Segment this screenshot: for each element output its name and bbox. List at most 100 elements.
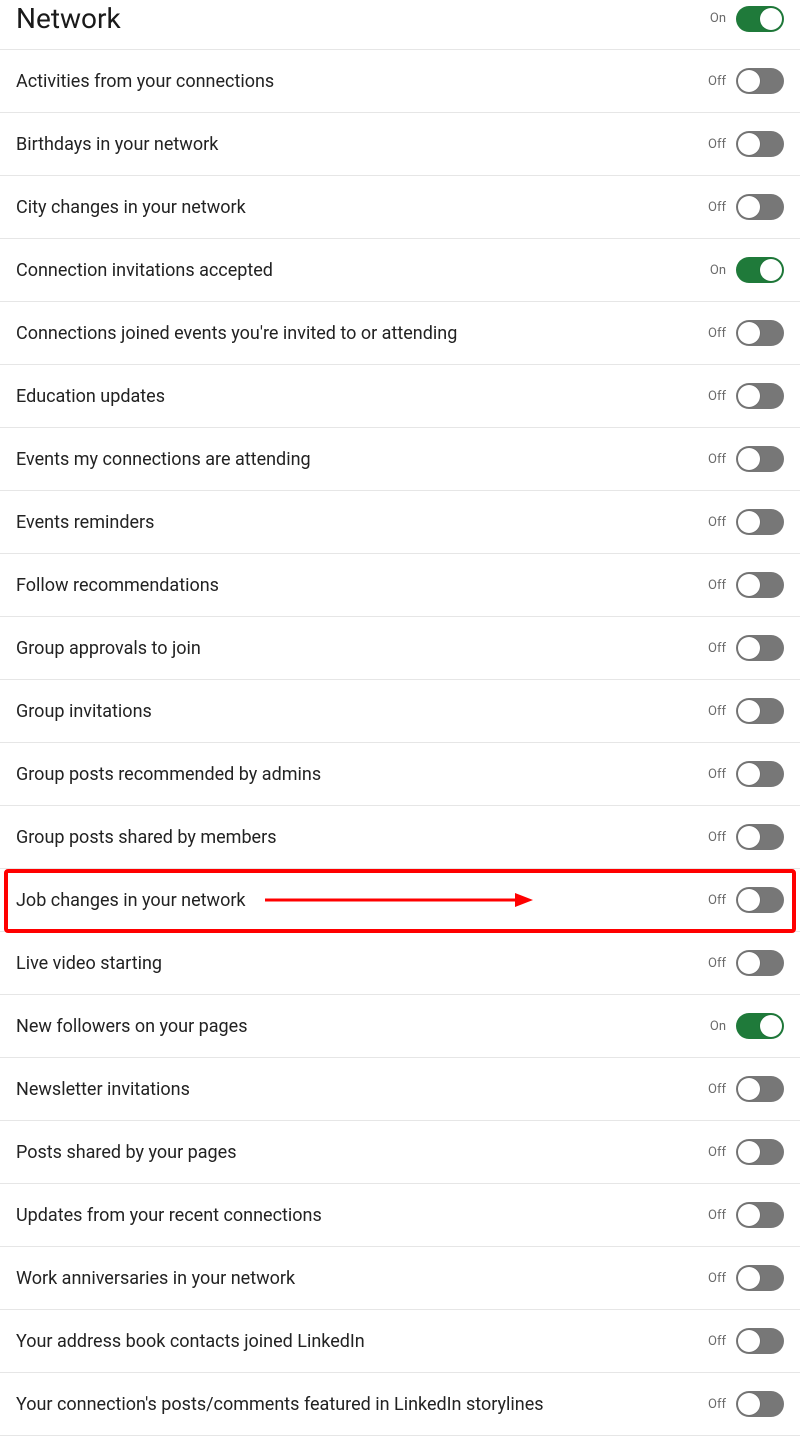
setting-toggle-newsletter[interactable] xyxy=(736,1076,784,1102)
setting-label: Work anniversaries in your network xyxy=(16,1268,295,1289)
setting-row-job-changes: Job changes in your networkOff xyxy=(0,869,800,932)
setting-toggle-control: Off xyxy=(708,383,784,409)
setting-row-education: Education updates Off xyxy=(0,365,800,428)
setting-toggle-state: Off xyxy=(708,893,726,908)
setting-toggle-state: Off xyxy=(708,767,726,782)
setting-toggle-events-attending[interactable] xyxy=(736,446,784,472)
setting-toggle-state: Off xyxy=(708,704,726,719)
setting-toggle-storylines[interactable] xyxy=(736,1391,784,1417)
setting-toggle-group-posts-members[interactable] xyxy=(736,824,784,850)
setting-toggle-state: Off xyxy=(708,1208,726,1223)
setting-row-new-followers: New followers on your pages On xyxy=(0,995,800,1058)
setting-toggle-work-anniv[interactable] xyxy=(736,1265,784,1291)
setting-row-group-invitations: Group invitations Off xyxy=(0,680,800,743)
setting-toggle-state: Off xyxy=(708,578,726,593)
setting-row-conn-joined-events: Connections joined events you're invited… xyxy=(0,302,800,365)
setting-toggle-group-posts-admins[interactable] xyxy=(736,761,784,787)
setting-toggle-control: Off xyxy=(708,1202,784,1228)
setting-toggle-address-book[interactable] xyxy=(736,1328,784,1354)
section-toggle-state: On xyxy=(710,11,726,26)
setting-label: Birthdays in your network xyxy=(16,134,218,155)
setting-toggle-live-video[interactable] xyxy=(736,950,784,976)
setting-toggle-recent-conn[interactable] xyxy=(736,1202,784,1228)
settings-network-section: Network On Activities from your connecti… xyxy=(0,0,800,1456)
setting-label: Group posts shared by members xyxy=(16,827,277,848)
setting-row-group-posts-admins: Group posts recommended by adminsOff xyxy=(0,743,800,806)
setting-row-city-changes: City changes in your network Off xyxy=(0,176,800,239)
setting-label: Group approvals to join xyxy=(16,638,201,659)
section-title: Network xyxy=(16,2,121,35)
annotation-arrow-icon xyxy=(265,890,535,910)
setting-toggle-activities[interactable] xyxy=(736,68,784,94)
setting-toggle-state: Off xyxy=(708,74,726,89)
setting-toggle-state: Off xyxy=(708,326,726,341)
setting-toggle-control: Off xyxy=(708,824,784,850)
setting-label: Group invitations xyxy=(16,701,152,722)
setting-label: Posts shared by your pages xyxy=(16,1142,237,1163)
setting-row-address-book: Your address book contacts joined Linked… xyxy=(0,1310,800,1373)
setting-row-follow-rec: Follow recommendationsOff xyxy=(0,554,800,617)
setting-toggle-control: Off xyxy=(708,1391,784,1417)
setting-toggle-control: Off xyxy=(708,320,784,346)
section-toggle[interactable] xyxy=(736,6,784,32)
setting-label: City changes in your network xyxy=(16,197,246,218)
setting-toggle-birthdays[interactable] xyxy=(736,131,784,157)
setting-toggle-conn-joined-events[interactable] xyxy=(736,320,784,346)
setting-label: Newsletter invitations xyxy=(16,1079,190,1100)
setting-toggle-control: Off xyxy=(708,509,784,535)
setting-label: Education updates xyxy=(16,386,165,407)
setting-label: Events reminders xyxy=(16,512,154,533)
setting-toggle-group-approvals[interactable] xyxy=(736,635,784,661)
setting-toggle-state: Off xyxy=(708,1145,726,1160)
setting-toggle-state: Off xyxy=(708,641,726,656)
setting-toggle-new-followers[interactable] xyxy=(736,1013,784,1039)
setting-row-work-anniv: Work anniversaries in your network Off xyxy=(0,1247,800,1310)
setting-toggle-control: Off xyxy=(708,698,784,724)
setting-row-group-posts-members: Group posts shared by members Off xyxy=(0,806,800,869)
setting-toggle-state: On xyxy=(710,263,726,278)
setting-toggle-state: Off xyxy=(708,389,726,404)
setting-toggle-follow-rec[interactable] xyxy=(736,572,784,598)
setting-toggle-state: Off xyxy=(708,452,726,467)
setting-toggle-control: Off xyxy=(708,950,784,976)
settings-list: Activities from your connections Off Birth… xyxy=(0,50,800,1436)
setting-toggle-control: Off xyxy=(708,194,784,220)
setting-toggle-state: Off xyxy=(708,830,726,845)
setting-toggle-control: On xyxy=(710,1013,784,1039)
setting-toggle-state: Off xyxy=(708,515,726,530)
setting-toggle-state: Off xyxy=(708,200,726,215)
setting-toggle-control: Off xyxy=(708,887,784,913)
setting-toggle-job-changes[interactable] xyxy=(736,887,784,913)
setting-row-activities: Activities from your connections Off xyxy=(0,50,800,113)
section-header-row: Network On xyxy=(0,0,800,50)
setting-toggle-control: Off xyxy=(708,1139,784,1165)
setting-toggle-city-changes[interactable] xyxy=(736,194,784,220)
setting-toggle-control: Off xyxy=(708,1265,784,1291)
setting-label: Connections joined events you're invited… xyxy=(16,323,457,344)
setting-toggle-state: Off xyxy=(708,1271,726,1286)
section-toggle-control: On xyxy=(710,6,784,32)
setting-row-posts-pages: Posts shared by your pages Off xyxy=(0,1121,800,1184)
setting-toggle-state: Off xyxy=(708,1082,726,1097)
setting-toggle-control: Off xyxy=(708,572,784,598)
setting-row-newsletter: Newsletter invitations Off xyxy=(0,1058,800,1121)
setting-toggle-events-reminders[interactable] xyxy=(736,509,784,535)
setting-label: Connection invitations accepted xyxy=(16,260,273,281)
setting-toggle-state: Off xyxy=(708,137,726,152)
setting-label: Activities from your connections xyxy=(16,71,274,92)
setting-toggle-control: Off xyxy=(708,1328,784,1354)
setting-toggle-control: Off xyxy=(708,68,784,94)
setting-label: New followers on your pages xyxy=(16,1016,248,1037)
setting-label: Updates from your recent connections xyxy=(16,1205,322,1226)
setting-toggle-education[interactable] xyxy=(736,383,784,409)
setting-row-conn-invite-accepted: Connection invitations accepted On xyxy=(0,239,800,302)
setting-row-group-approvals: Group approvals to join Off xyxy=(0,617,800,680)
setting-toggle-state: Off xyxy=(708,1334,726,1349)
setting-toggle-group-invitations[interactable] xyxy=(736,698,784,724)
setting-toggle-posts-pages[interactable] xyxy=(736,1139,784,1165)
setting-row-recent-conn: Updates from your recent connections Off xyxy=(0,1184,800,1247)
setting-toggle-control: Off xyxy=(708,131,784,157)
setting-toggle-state: Off xyxy=(708,956,726,971)
setting-toggle-control: On xyxy=(710,257,784,283)
setting-toggle-conn-invite-accepted[interactable] xyxy=(736,257,784,283)
